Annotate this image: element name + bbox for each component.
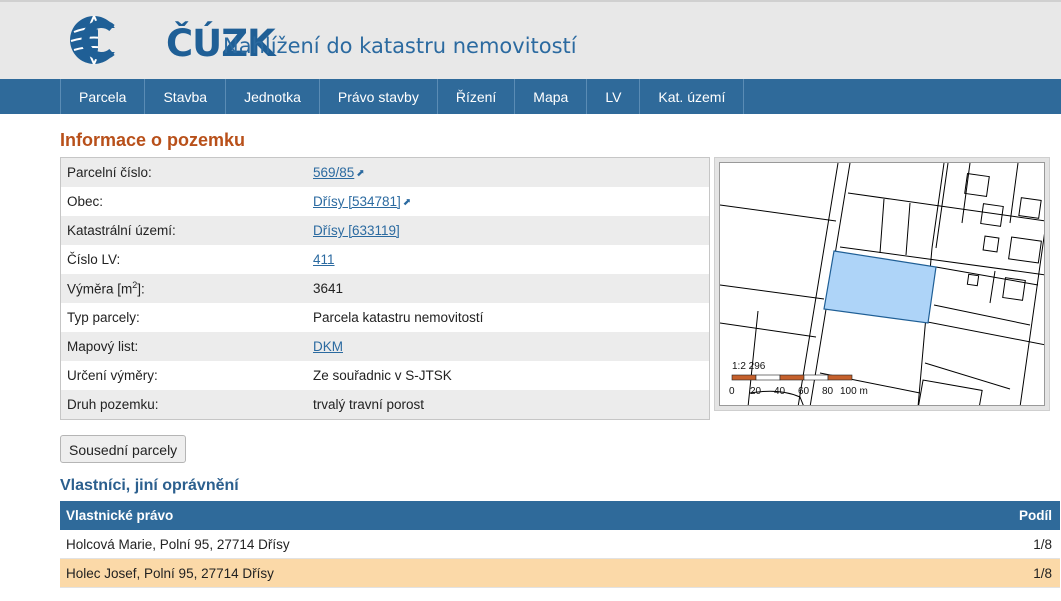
info-value: Dřísy [633119] xyxy=(313,223,709,238)
parcel-info-table: Parcelní číslo: 569/85 ⬈ Obec: Dřísy [534… xyxy=(60,157,710,420)
info-label: Katastrální území: xyxy=(67,223,176,238)
info-label: Druh pozemku: xyxy=(67,397,159,412)
info-label-main: Výměra [m xyxy=(67,281,133,297)
info-value: Dřísy [534781] ⬈ xyxy=(313,194,709,209)
section-title-parcel-info: Informace o pozemku xyxy=(60,130,246,150)
info-value: 3641 xyxy=(313,281,344,296)
header: ČÚZK Nahlížení do katastru nemovitostí xyxy=(0,0,1061,79)
owners-table-header: Vlastnické právo Podíl xyxy=(60,501,1060,530)
info-row-obec: Obec: Dřísy [534781] ⬈ xyxy=(61,187,709,216)
nav-item-pravo-stavby[interactable]: Právo stavby xyxy=(320,79,438,114)
obec-link[interactable]: Dřísy [534781] xyxy=(313,194,401,209)
owners-title: Vlastníci, jiní oprávnění xyxy=(60,477,239,494)
nav-item-jednotka[interactable]: Jednotka xyxy=(226,79,320,114)
external-link-icon[interactable]: ⬈ xyxy=(356,169,365,179)
info-row-cislo-lv: Číslo LV: 411 xyxy=(61,245,709,274)
nav-item-lv[interactable]: LV xyxy=(587,79,641,114)
selected-parcel-polygon xyxy=(823,250,937,324)
cadastral-map-drawing: 1:2 296 0 20 40 60 80 100 m xyxy=(720,163,1044,405)
map-scale-tick: 80 xyxy=(822,386,834,397)
info-value: Ze souřadnic v S-JTSK xyxy=(313,368,452,383)
owners-table: Vlastnické právo Podíl Holcová Marie, Po… xyxy=(60,501,1060,588)
owner-share: 1/8 xyxy=(1033,565,1052,581)
info-label: Mapový list: xyxy=(67,339,139,354)
site-title: Nahlížení do katastru nemovitostí xyxy=(223,34,577,58)
kat-uzemi-link[interactable]: Dřísy [633119] xyxy=(313,223,400,238)
info-value: trvalý travní porost xyxy=(313,397,425,412)
nav-item-rizeni[interactable]: Řízení xyxy=(438,79,516,114)
map-scale-tick: 100 m xyxy=(840,386,868,397)
info-value: 411 xyxy=(313,252,709,267)
owner-share: 1/8 xyxy=(1033,536,1052,552)
info-label-end: ]: xyxy=(137,281,145,297)
lv-link[interactable]: 411 xyxy=(313,252,335,267)
neighbor-parcels-button[interactable]: Sousední parcely xyxy=(60,435,187,463)
mapovy-list-link[interactable]: DKM xyxy=(313,339,343,354)
map-scale-tick: 60 xyxy=(798,386,810,397)
col-header-owner: Vlastnické právo xyxy=(66,508,174,523)
col-header-share: Podíl xyxy=(1019,508,1052,523)
table-row: Holcová Marie, Polní 95, 27714 Dřísy 1/8 xyxy=(60,530,1060,559)
parcel-map[interactable]: 1:2 296 0 20 40 60 80 100 m xyxy=(719,162,1045,406)
map-scale-bar xyxy=(731,374,853,381)
info-row-vymera: Výměra [m2]: 3641 xyxy=(61,274,709,303)
map-scale-text: 1:2 296 xyxy=(732,361,766,372)
parcel-map-frame: 1:2 296 0 20 40 60 80 100 m xyxy=(714,157,1050,411)
info-row-druh-pozemku: Druh pozemku: trvalý travní porost xyxy=(61,390,709,419)
map-scale-tick: 0 xyxy=(729,386,735,397)
info-value: DKM xyxy=(313,339,709,354)
nav-item-stavba[interactable]: Stavba xyxy=(145,79,227,114)
map-scale-tick: 20 xyxy=(750,386,762,397)
info-row-mapovy-list: Mapový list: DKM xyxy=(61,332,709,361)
nav-items: Parcela Stavba Jednotka Právo stavby Říz… xyxy=(60,79,745,114)
nav-item-kat-uzemi[interactable]: Kat. území xyxy=(640,79,745,114)
info-label: Číslo LV: xyxy=(67,252,121,267)
owner-name: Holec Josef, Polní 95, 27714 Dřísy xyxy=(66,565,274,581)
info-label: Výměra [m2]: xyxy=(61,280,313,297)
info-label: Parcelní číslo: xyxy=(67,165,152,180)
info-row-kat-uzemi: Katastrální území: Dřísy [633119] xyxy=(61,216,709,245)
info-label: Typ parcely: xyxy=(67,310,140,325)
map-scale-tick: 40 xyxy=(774,386,786,397)
cuzk-globe-logo xyxy=(70,15,128,65)
nav-item-parcela[interactable]: Parcela xyxy=(61,79,146,114)
info-row-typ-parcely: Typ parcely: Parcela katastru nemovitost… xyxy=(61,303,709,332)
external-link-icon[interactable]: ⬈ xyxy=(403,198,412,208)
info-value: 569/85 ⬈ xyxy=(313,165,709,180)
owner-name: Holcová Marie, Polní 95, 27714 Dřísy xyxy=(66,536,290,552)
info-row-parcel-number: Parcelní číslo: 569/85 ⬈ xyxy=(61,158,709,187)
info-row-urceni-vymery: Určení výměry: Ze souřadnic v S-JTSK xyxy=(61,361,709,390)
main-nav: Parcela Stavba Jednotka Právo stavby Říz… xyxy=(0,79,1061,114)
table-row: Holec Josef, Polní 95, 27714 Dřísy 1/8 xyxy=(60,559,1060,588)
info-label: Obec: xyxy=(67,194,104,209)
info-value: Parcela katastru nemovitostí xyxy=(313,310,484,325)
cuzk-logo[interactable]: ČÚZK xyxy=(68,14,276,66)
parcel-number-link[interactable]: 569/85 xyxy=(313,165,354,180)
info-label: Určení výměry: xyxy=(67,368,158,383)
nav-item-mapa[interactable]: Mapa xyxy=(515,79,588,114)
